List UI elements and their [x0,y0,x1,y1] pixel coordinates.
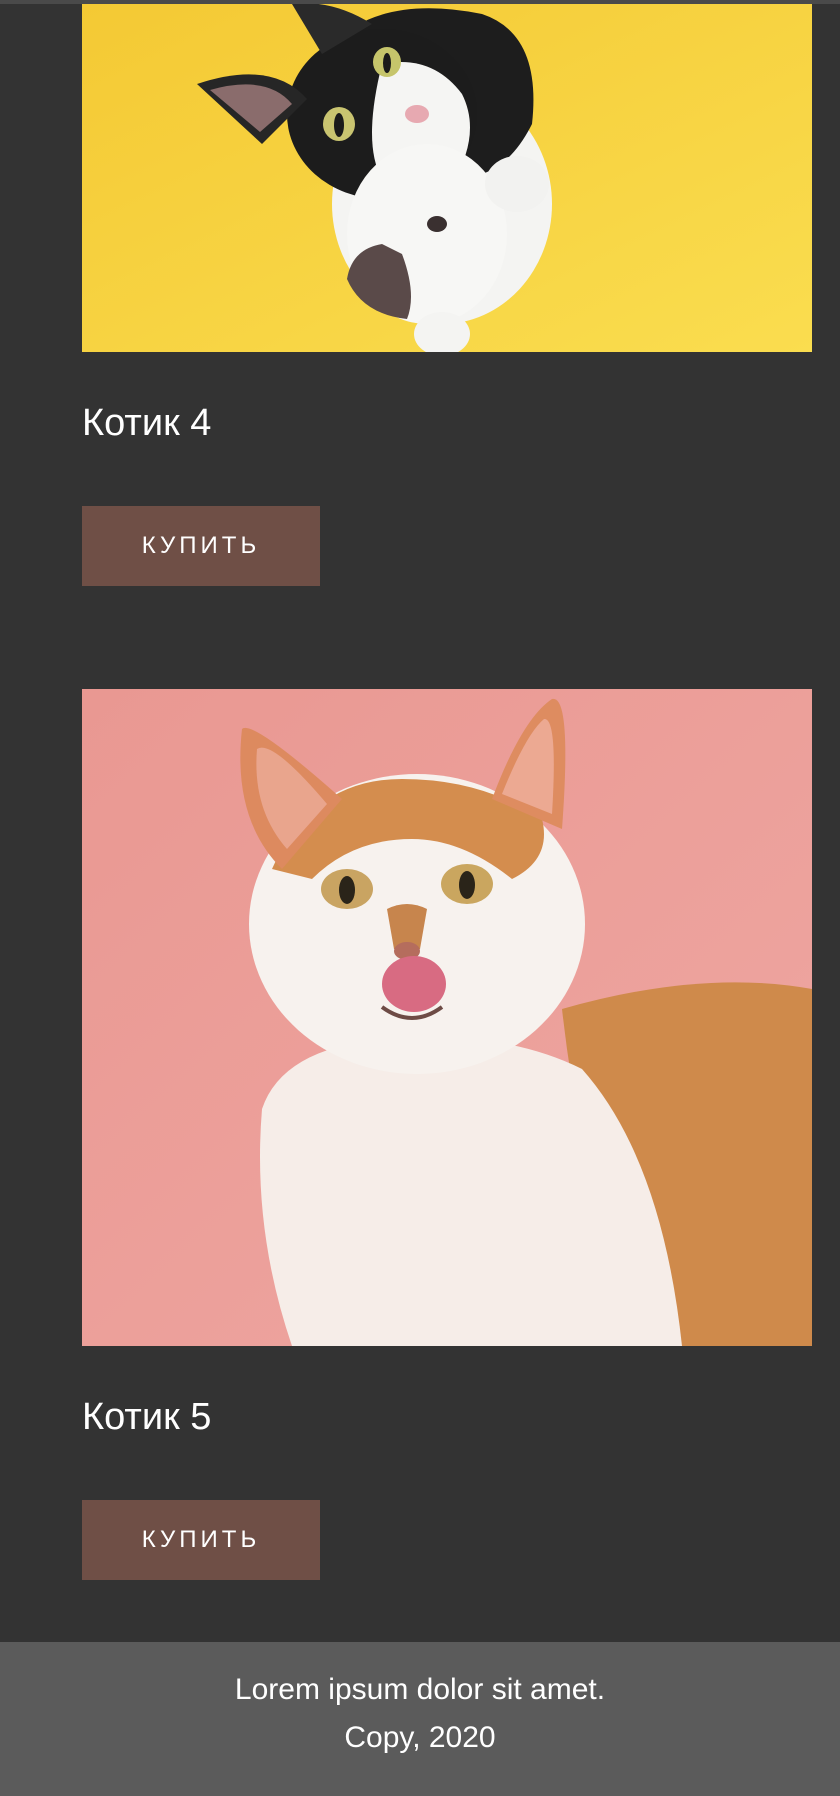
buy-button[interactable]: КУПИТЬ [82,1500,320,1580]
product-title: Котик 4 [82,402,212,444]
copyright-text: Copy, 2020 [344,1721,496,1754]
product-card: Котик 5 КУПИТЬ [82,689,812,1580]
footer-text: Lorem ipsum dolor sit amet. [234,1673,606,1706]
page-footer: Lorem ipsum dolor sit amet. Copy, 2020 [0,1642,840,1796]
product-card: Котик 4 КУПИТЬ [82,4,812,586]
product-photo [82,4,812,352]
cat-photo-black-white [82,4,812,352]
cat-photo-ginger-white [82,689,812,1346]
buy-button[interactable]: КУПИТЬ [82,506,320,586]
product-photo [82,689,812,1346]
product-title: Котик 5 [82,1396,212,1438]
